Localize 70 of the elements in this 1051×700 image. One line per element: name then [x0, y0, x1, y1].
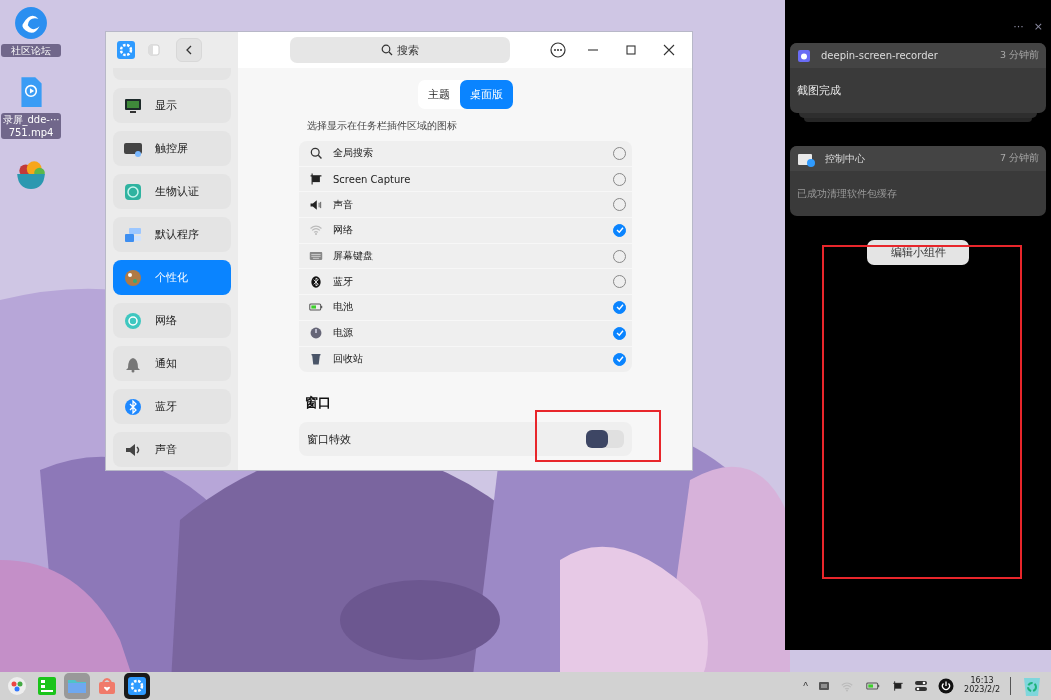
sidebar-item[interactable]: 通知 — [113, 346, 231, 381]
notification-card[interactable]: 控制中心 7 分钟前 已成功清理软件包缓存 — [790, 146, 1046, 216]
trash-icon — [309, 352, 323, 367]
search-icon — [381, 44, 393, 56]
chevron-left-icon — [185, 45, 193, 55]
checkbox[interactable] — [613, 300, 626, 314]
plugin-label: 电池 — [333, 300, 354, 315]
camera-icon — [797, 48, 811, 63]
keyboard-icon[interactable] — [818, 681, 831, 691]
notification-message: 已成功清理软件包缓存 — [797, 186, 897, 201]
taskbar-app-button[interactable] — [124, 673, 150, 699]
plugin-label: 全局搜索 — [333, 146, 374, 161]
sidebar-item[interactable]: 蓝牙 — [113, 389, 231, 424]
section-title: 窗口 — [305, 394, 332, 413]
file-label: 社区论坛 — [1, 44, 61, 57]
close-button[interactable]: × — [1033, 20, 1043, 33]
wifi-icon — [309, 223, 323, 238]
plugin-label: 蓝牙 — [333, 274, 354, 289]
bluetooth-icon — [123, 396, 143, 417]
checkbox[interactable] — [613, 223, 626, 237]
plugin-label: 电源 — [333, 326, 354, 341]
notification-time: 3 分钟前 — [999, 49, 1039, 62]
notification-card[interactable]: deepin-screen-recorder 3 分钟前 截图完成 — [790, 43, 1046, 113]
search-icon — [309, 146, 323, 161]
toggle-icon[interactable] — [914, 680, 929, 692]
setting-label: 窗口特效 — [307, 431, 351, 447]
tab[interactable]: 主题 — [417, 80, 460, 109]
toggle-switch[interactable] — [586, 430, 624, 449]
checkbox[interactable] — [613, 326, 626, 340]
palette-icon — [123, 267, 143, 288]
more-button[interactable]: ··· — [1013, 20, 1024, 33]
edit-widgets-button[interactable]: 编辑小组件 — [867, 240, 969, 265]
sidebar-item[interactable]: 声音 — [113, 432, 231, 467]
sidebar-item[interactable]: 显示 — [113, 88, 231, 123]
plugin-label: 网络 — [333, 223, 354, 238]
more-icon — [550, 42, 566, 58]
plugin-label: 屏幕键盘 — [333, 249, 374, 264]
plugin-label: 声音 — [333, 197, 354, 212]
plugin-label: 回收站 — [333, 352, 364, 367]
logo-icon[interactable] — [14, 6, 48, 40]
checkbox[interactable] — [613, 352, 626, 366]
power-icon[interactable] — [938, 678, 955, 694]
search-field[interactable]: 搜索 — [290, 37, 510, 63]
bluetooth-icon — [309, 274, 323, 289]
sidebar-item[interactable]: 网络 — [113, 303, 231, 338]
back-button[interactable] — [176, 38, 202, 62]
power-icon — [309, 326, 323, 341]
sidebar-item[interactable]: 默认程序 — [113, 217, 231, 252]
plugin-label: Screen Capture — [333, 173, 412, 185]
sidebar-item[interactable]: 个性化 — [113, 260, 231, 295]
tab[interactable]: 桌面版 — [459, 80, 513, 109]
gear-icon — [127, 676, 147, 696]
clock-date: 2023/2/2 — [964, 686, 1000, 695]
clock-time: 16:13 — [970, 677, 994, 686]
notification-time: 7 分钟前 — [999, 152, 1039, 165]
tray-expand-button[interactable]: ^ — [803, 680, 809, 692]
sidebar-item[interactable]: 生物认证 — [113, 174, 231, 209]
app-name: deepin-screen-recorder — [821, 50, 939, 61]
more-button[interactable] — [550, 42, 566, 58]
sidebar-toggle-icon[interactable] — [148, 44, 160, 56]
bag-icon — [97, 676, 117, 696]
section-caption: 选择显示在任务栏插件区域的图标 — [307, 119, 458, 133]
terminal-icon — [37, 676, 57, 696]
launcher-icon — [7, 676, 27, 696]
recycle-bin-icon[interactable] — [1021, 675, 1043, 697]
file-label: 录屏_dde-···751.mp4 — [1, 113, 61, 139]
app-name: 控制中心 — [825, 151, 866, 166]
gear-icon — [116, 40, 136, 60]
sidebar-item[interactable]: 触控屏 — [113, 131, 231, 166]
notification-message: 截图完成 — [797, 83, 841, 98]
